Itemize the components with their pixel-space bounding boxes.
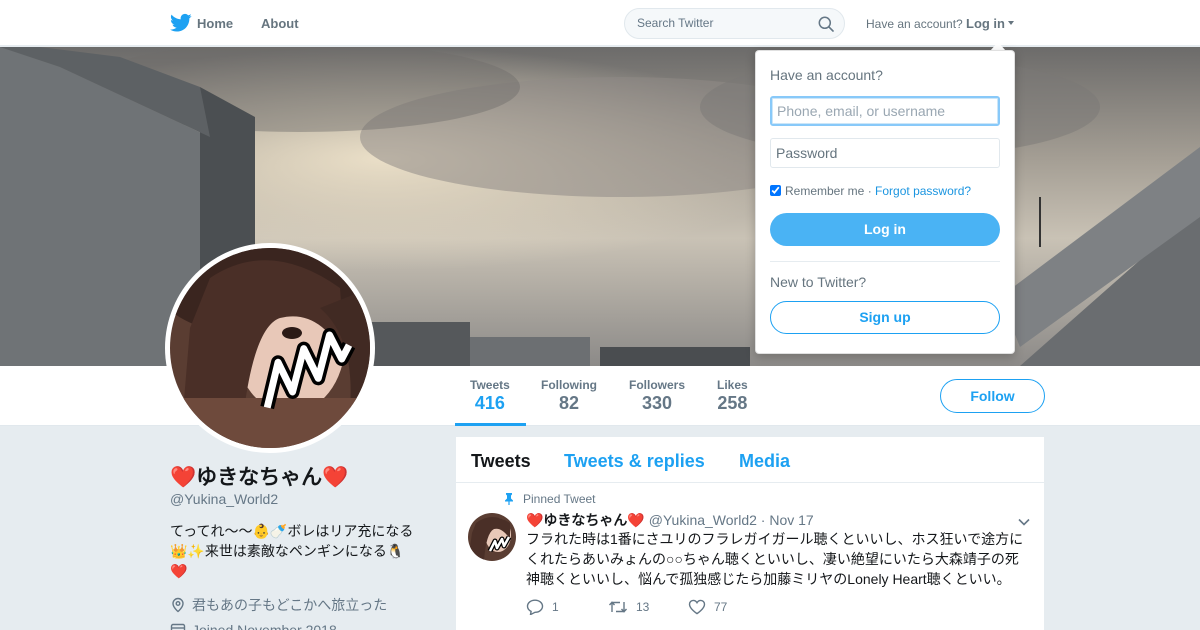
bio-line: てってれ〜〜👶🍼ボレはリア充になる <box>170 523 414 539</box>
location-text: 君もあの子もどこかへ旅立った <box>192 597 388 613</box>
join-date-text: Joined November 2018 <box>192 622 337 630</box>
forgot-password-link[interactable]: Forgot password? <box>875 184 971 198</box>
twitter-bird-icon[interactable] <box>170 13 192 33</box>
tweet-author-name[interactable]: ❤️ゆきなちゃん❤️ <box>526 512 645 528</box>
stat-following-value: 82 <box>558 393 580 413</box>
profile-handle[interactable]: @Yukina_World2 <box>170 491 278 507</box>
stat-likes-value: 258 <box>717 393 748 413</box>
tab-tweets[interactable]: Tweets <box>471 451 531 472</box>
bio-line: 👑✨来世は素敵なペンギンになる🐧 <box>170 543 405 559</box>
nav-about-link[interactable]: About <box>261 16 299 31</box>
tweet-author-avatar[interactable] <box>468 513 516 561</box>
stat-followers[interactable]: Followers 330 <box>629 378 685 414</box>
remember-me-label[interactable]: Remember me <box>785 184 864 198</box>
tweet-timestamp[interactable]: Nov 17 <box>769 512 813 528</box>
username-field[interactable] <box>770 96 1000 126</box>
retweet-icon[interactable] <box>608 599 628 615</box>
stat-likes[interactable]: Likes 258 <box>717 378 748 414</box>
tab-tweets-and-replies[interactable]: Tweets & replies <box>564 451 705 472</box>
stat-followers-value: 330 <box>641 393 673 413</box>
dropdown-divider <box>770 261 1000 262</box>
like-count: 77 <box>714 600 728 614</box>
login-menu-toggle[interactable]: Log in <box>966 16 1005 31</box>
caret-down-icon[interactable] <box>1008 21 1014 25</box>
top-navigation-bar: Home About Have an account? Log in <box>0 0 1200 46</box>
pinned-tweet-context: Pinned Tweet <box>504 492 596 506</box>
reply-action[interactable]: 1 <box>526 599 559 616</box>
reply-count: 1 <box>552 600 559 614</box>
profile-bio: てってれ〜〜👶🍼ボレはリア充になる 👑✨来世は素敵なペンギンになる🐧 ❤️ <box>170 521 432 581</box>
remember-separator: · <box>867 184 872 198</box>
retweet-action[interactable]: 13 <box>608 599 649 615</box>
timeline: Tweets Tweets & replies Media Pinned Twe… <box>456 437 1044 630</box>
tweet-text: フラれた時は1番にさユリのフラレガイガール聴くといいし、ホス狂いで途方に くれた… <box>526 529 1026 589</box>
pin-icon <box>505 493 513 505</box>
reply-icon[interactable] <box>526 599 544 616</box>
chevron-down-icon[interactable] <box>1018 518 1030 526</box>
remember-me-checkbox[interactable] <box>770 185 781 196</box>
profile-location: 君もあの子もどこかへ旅立った <box>170 595 387 615</box>
nav-home-link[interactable]: Home <box>197 16 233 31</box>
tab-media[interactable]: Media <box>739 451 790 472</box>
stat-tweets-value: 416 <box>474 393 505 413</box>
new-to-twitter-text: New to Twitter? <box>770 274 867 290</box>
calendar-icon <box>170 623 186 630</box>
tweet-text-line: フラれた時は1番にさユリのフラレガイガール聴くといいし、ホス狂いで途方に <box>526 531 1024 547</box>
profile-avatar[interactable] <box>165 243 375 453</box>
search-box[interactable] <box>624 8 845 39</box>
password-field[interactable] <box>770 138 1000 168</box>
tweet-header: ❤️ゆきなちゃん❤️ @Yukina_World2 · Nov 17 <box>526 510 814 530</box>
signup-button[interactable]: Sign up <box>770 301 1000 334</box>
like-heart-icon[interactable] <box>688 599 706 615</box>
tweet-author-handle[interactable]: @Yukina_World2 <box>649 512 757 528</box>
stat-likes-label: Likes <box>717 378 748 392</box>
bio-line: ❤️ <box>170 563 188 579</box>
search-input[interactable] <box>637 16 807 30</box>
stat-following[interactable]: Following 82 <box>541 378 597 414</box>
stat-tweets-label: Tweets <box>470 378 510 392</box>
location-pin-icon <box>172 597 184 613</box>
have-account-text: Have an account? <box>866 17 963 31</box>
retweet-count: 13 <box>636 600 650 614</box>
search-icon[interactable] <box>818 16 834 32</box>
tweet-separator: · <box>760 512 766 528</box>
avatar-photo <box>170 248 370 448</box>
pinned-tweet-label: Pinned Tweet <box>523 492 596 506</box>
profile-join-date: Joined November 2018 <box>170 622 337 630</box>
active-stat-underline <box>455 423 526 426</box>
like-action[interactable]: 77 <box>688 599 727 615</box>
login-dropdown-title: Have an account? <box>770 67 883 83</box>
login-button[interactable]: Log in <box>770 213 1000 246</box>
tweet-text-line: くれたらあいみょんの○○ちゃん聴くといいし、凄い絶望にいたら大森靖子の死 <box>526 551 1019 567</box>
profile-display-name[interactable]: ❤️ゆきなちゃん❤️ <box>170 461 348 491</box>
tweet-text-line: 神聴くといいし、悩んで孤独感じたら加藤ミリヤのLonely Heart聴くといい… <box>526 571 1011 587</box>
follow-button[interactable]: Follow <box>940 379 1045 413</box>
remember-row: Remember me · Forgot password? <box>770 184 971 198</box>
login-dropdown: Have an account? Remember me · Forgot pa… <box>755 50 1015 354</box>
stat-followers-label: Followers <box>629 378 686 392</box>
timeline-tabs: Tweets Tweets & replies Media <box>456 437 1044 483</box>
stat-tweets[interactable]: Tweets 416 <box>470 378 510 414</box>
stat-following-label: Following <box>541 378 597 392</box>
pinned-tweet[interactable]: Pinned Tweet ❤️ゆきなちゃん❤️ @Yukina_World2 ·… <box>456 484 1044 630</box>
